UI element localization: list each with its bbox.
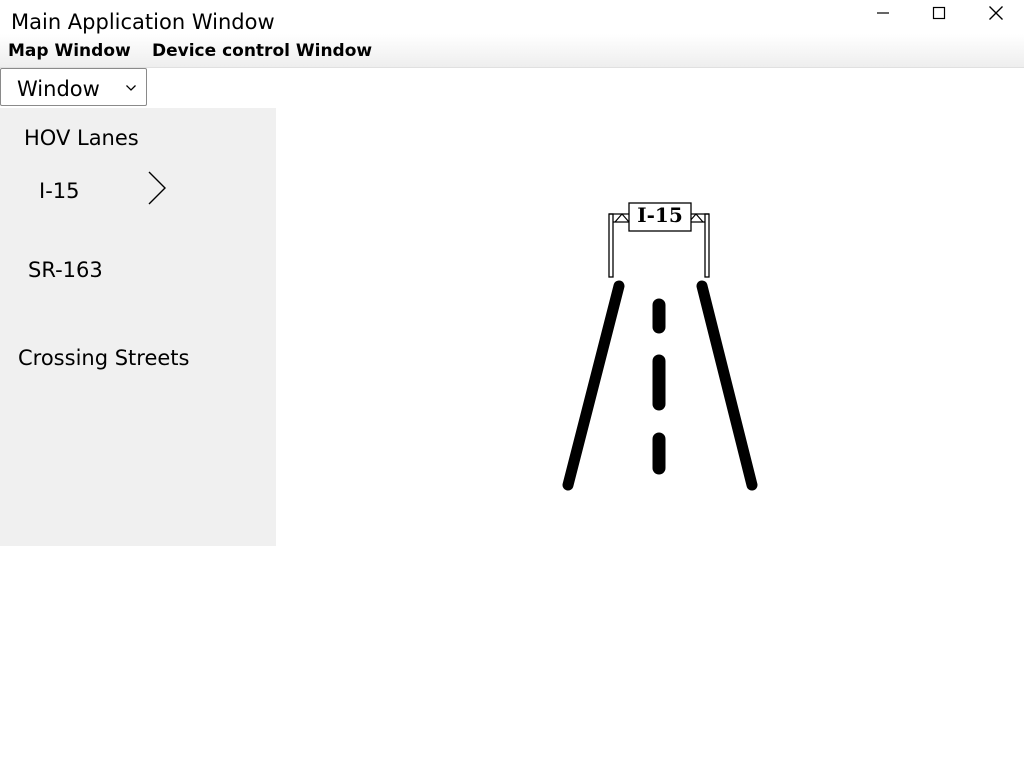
close-icon bbox=[989, 6, 1003, 20]
sidebar: HOV Lanes I-15 SR-163 Crossing Streets bbox=[0, 108, 276, 546]
sidebar-heading-hov-lanes: HOV Lanes bbox=[24, 126, 139, 150]
menu-device-control-window[interactable]: Device control Window bbox=[152, 41, 372, 61]
chevron-right-icon[interactable] bbox=[146, 170, 168, 206]
menu-map-window[interactable]: Map Window bbox=[8, 41, 131, 61]
road-right-edge bbox=[696, 280, 758, 491]
minimize-button[interactable] bbox=[855, 0, 911, 26]
sign-text: I-15 bbox=[637, 203, 683, 227]
menu-bar: Map Window Device control Window bbox=[0, 34, 1024, 68]
sidebar-item-i15[interactable]: I-15 bbox=[39, 178, 80, 204]
road-left-edge bbox=[562, 280, 625, 491]
sidebar-item-crossing-streets[interactable]: Crossing Streets bbox=[18, 345, 189, 371]
sidebar-item-sr163[interactable]: SR-163 bbox=[28, 257, 103, 283]
maximize-button[interactable] bbox=[911, 0, 967, 26]
maximize-icon bbox=[932, 6, 946, 20]
minimize-icon bbox=[877, 12, 889, 14]
road-map-illustration: I-15 bbox=[562, 202, 758, 491]
window-title: Main Application Window bbox=[11, 10, 275, 34]
close-button[interactable] bbox=[968, 0, 1024, 26]
chevron-down-icon bbox=[126, 85, 136, 91]
title-bar: Main Application Window bbox=[0, 0, 1024, 34]
window-dropdown[interactable]: Window bbox=[0, 68, 147, 106]
window-dropdown-value: Window bbox=[17, 77, 100, 101]
